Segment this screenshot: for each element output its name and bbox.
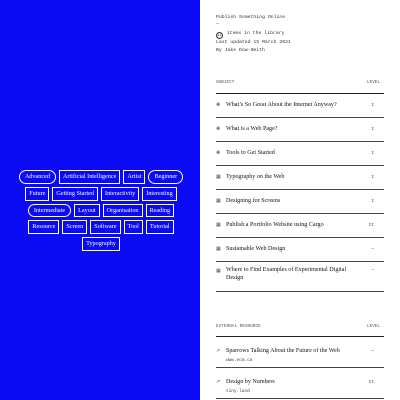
grid-icon: ▦ (216, 198, 221, 204)
tag-tutorial[interactable]: Tutorial (145, 220, 174, 235)
subject-title[interactable]: Typography on the Web (226, 173, 356, 181)
level-value: I (371, 102, 374, 108)
tag-panel: Advanced Artificial Intelligence Artist Beg… (0, 0, 200, 400)
resource-level-column-header: LEVEL (366, 324, 380, 329)
external-link-icon: ↗ (216, 348, 221, 354)
level-value: — (371, 246, 374, 252)
level-value: I (371, 126, 374, 132)
grid-icon: ▦ (216, 174, 221, 180)
subject-row[interactable]: ▦ Designing for Screens I (216, 190, 384, 214)
asterisk-icon: ❋ (216, 126, 221, 132)
level-value: I (371, 174, 374, 180)
grid-icon: ▦ (216, 222, 221, 228)
tag-getting-started[interactable]: Getting Started (52, 186, 99, 201)
level-value: I (371, 198, 374, 204)
subject-row[interactable]: ▦ Typography on the Web I (216, 166, 384, 190)
tag-interesting[interactable]: Interesting (142, 186, 177, 201)
resource-title[interactable]: Design by Numbers (226, 378, 356, 386)
tag-interactivity[interactable]: Interactivity (101, 186, 140, 201)
subject-title[interactable]: What’s So Great About the Internet Anywa… (226, 101, 356, 109)
tag-intermediate[interactable]: Intermediate (27, 203, 72, 218)
level-column-header: LEVEL (366, 80, 380, 85)
resource-url[interactable]: tiny.land (226, 389, 250, 394)
title-dash: — (216, 22, 219, 27)
tag-screen[interactable]: Screen (62, 220, 88, 235)
tag-layout[interactable]: Layout (74, 203, 100, 218)
level-value: II (368, 380, 374, 385)
subject-title[interactable]: What is a Web Page? (226, 125, 356, 133)
tag-reading[interactable]: Reading (145, 203, 175, 218)
subject-column-header: SUBJECT (216, 80, 235, 85)
grid-icon: ▦ (216, 267, 221, 274)
subject-table-header: SUBJECT LEVEL (216, 80, 384, 86)
subject-row[interactable]: ▦ Publish a Portfolio Website using Cargo… (216, 214, 384, 238)
last-updated: Last updated 15 March 2021 (216, 39, 291, 45)
grid-icon: ▦ (216, 246, 221, 252)
level-value: II (368, 222, 374, 228)
subject-row[interactable]: ❋ Tools to Get Started I (216, 142, 384, 166)
subject-title[interactable]: Where to Find Examples of Experimental D… (226, 266, 356, 283)
item-count-badge: 11 (216, 31, 223, 39)
level-value: I (371, 150, 374, 156)
resource-column-header: EXTERNAL RESOURCE (216, 324, 261, 329)
subject-row[interactable]: ❋ What’s So Great About the Internet Anyw… (216, 94, 384, 118)
library-panel: Publish Something Online — 11 items in t… (200, 0, 400, 400)
resource-url[interactable]: www.ecm.ca (226, 358, 252, 363)
tag-beginner[interactable]: Beginner (148, 170, 184, 184)
tag-resource[interactable]: Resource (28, 220, 60, 235)
asterisk-icon: ❋ (216, 102, 221, 108)
level-value: — (371, 268, 374, 273)
subject-row[interactable]: ▦ Sustainable Web Design — (216, 238, 384, 262)
resource-table-header: EXTERNAL RESOURCE LEVEL (216, 324, 384, 330)
subject-row[interactable]: ❋ What is a Web Page? I (216, 118, 384, 142)
tag-tool[interactable]: Tool (123, 220, 143, 235)
items-text: items in the library (226, 31, 285, 36)
subject-title[interactable]: Publish a Portfolio Website using Cargo (226, 221, 356, 229)
tag-organisation[interactable]: Organisation (102, 203, 143, 218)
external-link-icon: ↗ (216, 379, 221, 385)
resource-row[interactable]: ↗ Design by Numbers tiny.land II (216, 368, 384, 399)
resource-row[interactable]: ↗ Sparrows Talking About the Future of th… (216, 337, 384, 368)
subject-title[interactable]: Sustainable Web Design (226, 245, 356, 253)
level-value: — (371, 349, 374, 354)
subject-title[interactable]: Designing for Screens (226, 197, 356, 205)
asterisk-icon: ❋ (216, 150, 221, 156)
subject-row[interactable]: ▦ Where to Find Examples of Experimental … (216, 262, 384, 292)
tag-advanced[interactable]: Advanced (18, 170, 56, 184)
tag-artificial-intelligence[interactable]: Artificial Intelligence (58, 170, 121, 184)
tag-software[interactable]: Software (90, 220, 121, 235)
site-title[interactable]: Publish Something Online (216, 15, 285, 20)
tag-future[interactable]: Future (25, 186, 50, 201)
subject-title[interactable]: Tools to Get Started (226, 149, 356, 157)
resource-title[interactable]: Sparrows Talking About the Future of the… (226, 347, 356, 355)
tag-cloud: Advanced Artificial Intelligence Artist Beg… (18, 170, 184, 251)
library-meta: 11 items in the library Last updated 15 … (216, 30, 291, 56)
tag-typography[interactable]: Typography (82, 237, 120, 251)
byline: By Jake Dow-Smith (216, 48, 265, 54)
tag-artist[interactable]: Artist (123, 170, 146, 184)
